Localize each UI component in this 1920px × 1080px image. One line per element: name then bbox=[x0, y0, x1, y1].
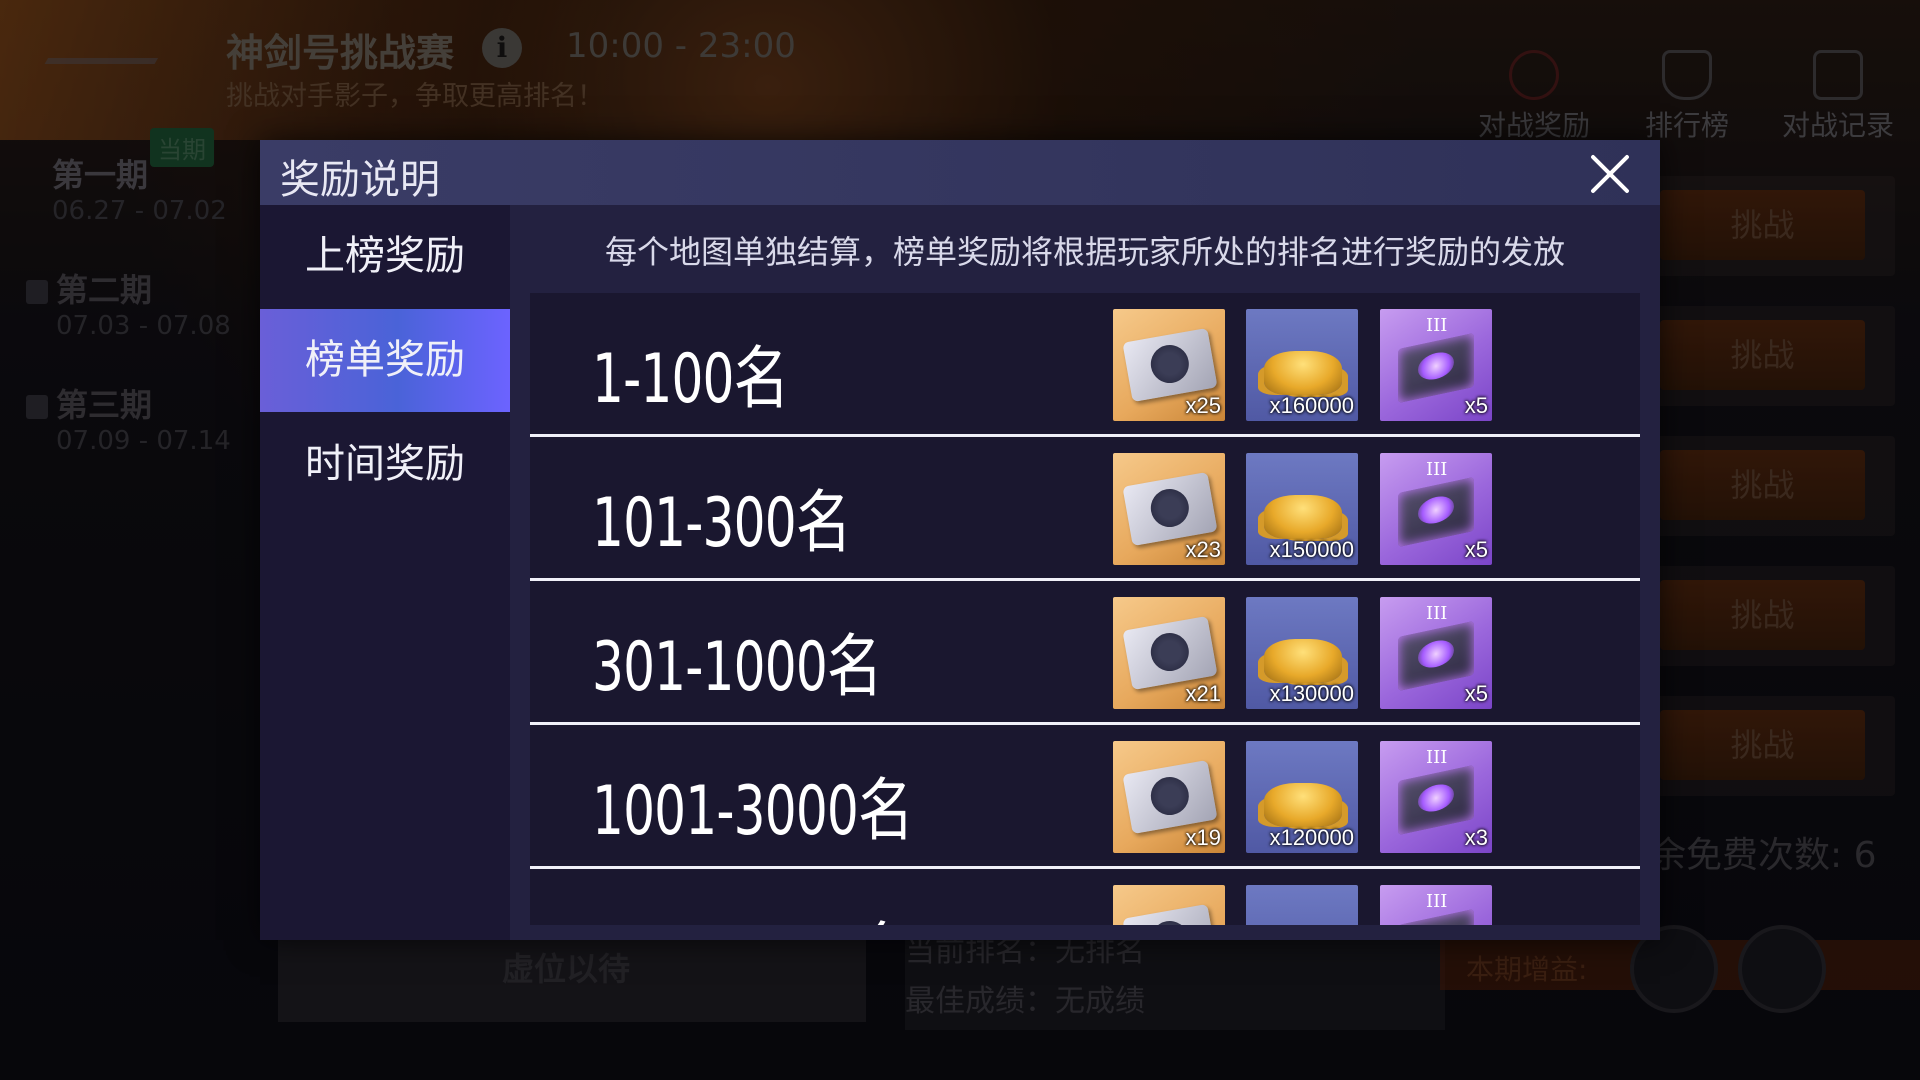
reward-row: 3001-6000名 III bbox=[530, 869, 1640, 925]
item-quantity: x5 bbox=[1464, 681, 1488, 706]
item-quantity: x130000 bbox=[1269, 681, 1354, 706]
rank-range: 3001-6000名 bbox=[592, 899, 914, 925]
close-icon[interactable] bbox=[1588, 152, 1632, 196]
reward-list[interactable]: 1-100名 x25 x160000 III x5 101-300名 x23 x1… bbox=[530, 293, 1640, 925]
item-quantity: x3 bbox=[1464, 825, 1488, 850]
rank-range: 101-300名 bbox=[592, 484, 852, 563]
coins-reward-icon[interactable]: x150000 bbox=[1246, 453, 1358, 565]
item-quantity: x160000 bbox=[1269, 393, 1354, 418]
coins-reward-icon[interactable]: x160000 bbox=[1246, 309, 1358, 421]
chest-reward-icon[interactable]: III x3 bbox=[1380, 741, 1492, 853]
tab-ranking-entry-rewards[interactable]: 上榜奖励 bbox=[260, 205, 510, 308]
item-quantity: x120000 bbox=[1269, 825, 1354, 850]
rank-range: 1001-3000名 bbox=[592, 772, 914, 851]
dialog-content: 每个地图单独结算，榜单奖励将根据玩家所处的排名进行奖励的发放 1-100名 x2… bbox=[510, 205, 1660, 940]
dialog-sidebar: 上榜奖励 榜单奖励 时间奖励 bbox=[260, 205, 510, 940]
ticket-reward-icon[interactable]: x23 bbox=[1113, 453, 1225, 565]
item-quantity: x21 bbox=[1185, 681, 1221, 706]
rank-range: 301-1000名 bbox=[592, 628, 883, 707]
item-quantity: x23 bbox=[1185, 537, 1221, 562]
reward-row: 1001-3000名 x19 x120000 III x3 bbox=[530, 725, 1640, 869]
chest-reward-icon[interactable]: III x5 bbox=[1380, 597, 1492, 709]
tab-leaderboard-rewards[interactable]: 榜单奖励 bbox=[260, 309, 510, 412]
item-quantity: x5 bbox=[1464, 393, 1488, 418]
ticket-reward-icon[interactable] bbox=[1113, 885, 1225, 925]
chest-reward-icon[interactable]: III x5 bbox=[1380, 309, 1492, 421]
coins-reward-icon[interactable]: x130000 bbox=[1246, 597, 1358, 709]
item-quantity: x150000 bbox=[1269, 537, 1354, 562]
coins-reward-icon[interactable] bbox=[1246, 885, 1358, 925]
coins-reward-icon[interactable]: x120000 bbox=[1246, 741, 1358, 853]
chest-reward-icon[interactable]: III bbox=[1380, 885, 1492, 925]
ticket-reward-icon[interactable]: x19 bbox=[1113, 741, 1225, 853]
dialog-title: 奖励说明 bbox=[280, 157, 440, 203]
chest-reward-icon[interactable]: III x5 bbox=[1380, 453, 1492, 565]
reward-row: 1-100名 x25 x160000 III x5 bbox=[530, 293, 1640, 437]
reward-row: 101-300名 x23 x150000 III x5 bbox=[530, 437, 1640, 581]
reward-row: 301-1000名 x21 x130000 III x5 bbox=[530, 581, 1640, 725]
rank-range: 1-100名 bbox=[592, 340, 789, 419]
ticket-reward-icon[interactable]: x21 bbox=[1113, 597, 1225, 709]
item-quantity: x25 bbox=[1185, 393, 1221, 418]
item-quantity: x19 bbox=[1185, 825, 1221, 850]
reward-info-dialog: 奖励说明 上榜奖励 榜单奖励 时间奖励 每个地图单独结算，榜单奖励将根据玩家所处… bbox=[260, 140, 1660, 940]
tab-time-rewards[interactable]: 时间奖励 bbox=[260, 413, 510, 516]
ticket-reward-icon[interactable]: x25 bbox=[1113, 309, 1225, 421]
dialog-header: 奖励说明 bbox=[260, 140, 1660, 205]
item-quantity: x5 bbox=[1464, 537, 1488, 562]
reward-description: 每个地图单独结算，榜单奖励将根据玩家所处的排名进行奖励的发放 bbox=[604, 233, 1565, 271]
